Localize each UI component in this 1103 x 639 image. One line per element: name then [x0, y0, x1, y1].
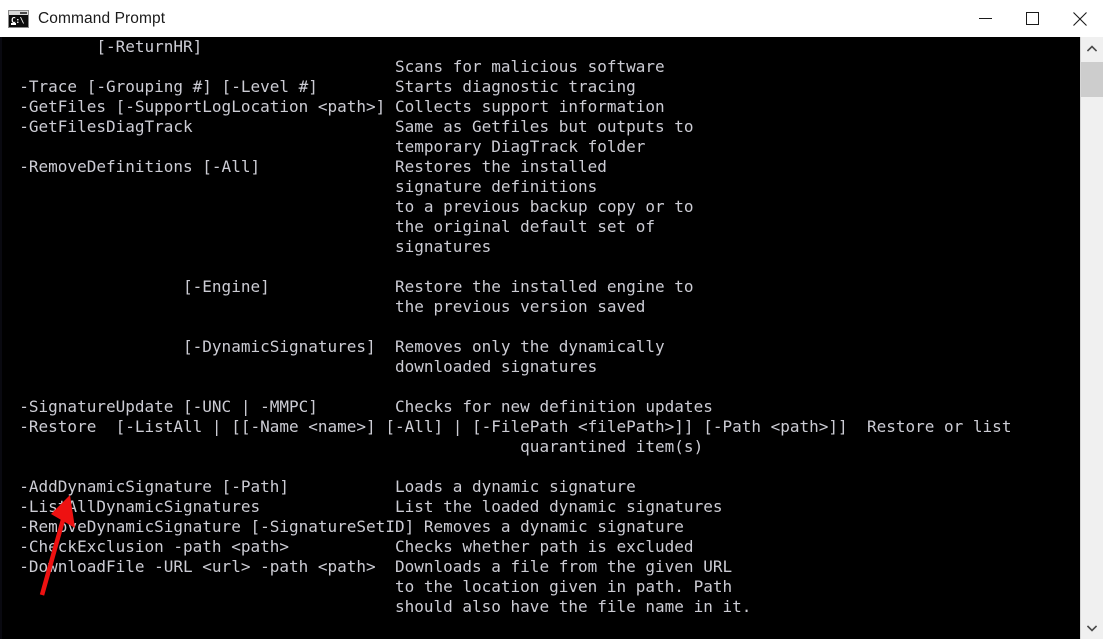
vertical-scrollbar[interactable]	[1080, 37, 1103, 639]
icon-cursor	[11, 22, 16, 25]
maximize-button[interactable]	[1009, 0, 1056, 37]
scrollbar-up-button[interactable]	[1081, 37, 1103, 59]
chevron-down-icon	[1087, 624, 1097, 632]
title-bar-left: C:\ Command Prompt	[0, 9, 962, 28]
command-prompt-window: C:\ Command Prompt [-ReturnHR] Scans for…	[0, 0, 1103, 639]
close-icon	[1072, 11, 1087, 26]
chevron-up-icon	[1087, 44, 1097, 52]
window-title: Command Prompt	[38, 9, 166, 27]
console-output-text: [-ReturnHR] Scans for malicious software…	[0, 37, 1012, 639]
scrollbar-down-button[interactable]	[1081, 617, 1103, 639]
scrollbar-thumb[interactable]	[1081, 62, 1103, 97]
icon-window-buttons	[20, 11, 27, 14]
minimize-icon	[979, 18, 992, 19]
scrollbar-track[interactable]	[1081, 59, 1103, 617]
minimize-button[interactable]	[962, 0, 1009, 37]
window-controls	[962, 0, 1103, 37]
title-bar[interactable]: C:\ Command Prompt	[0, 0, 1103, 37]
command-prompt-icon: C:\	[8, 9, 29, 28]
maximize-icon	[1026, 12, 1039, 25]
console-client-area[interactable]: [-ReturnHR] Scans for malicious software…	[0, 37, 1103, 639]
close-button[interactable]	[1056, 0, 1103, 37]
